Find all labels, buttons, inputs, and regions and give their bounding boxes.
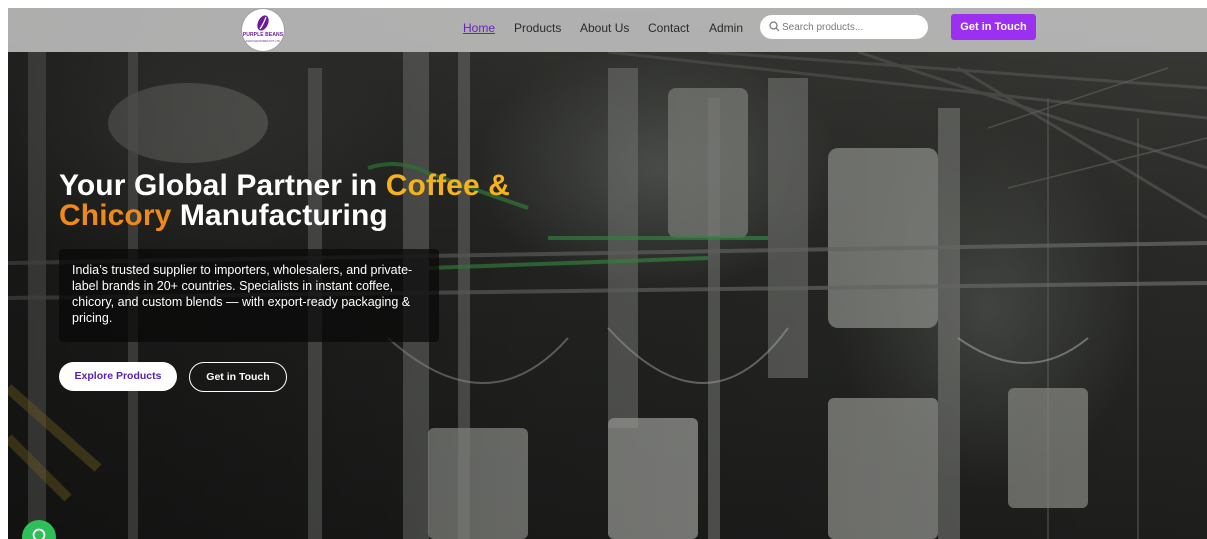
- chat-icon: [32, 528, 46, 539]
- hero-description: India’s trusted supplier to importers, w…: [72, 263, 413, 325]
- top-navbar: PURPLE BEANS AGRO INDUSTRIES PVT. LTD. H…: [8, 8, 1207, 52]
- headline-part-2: Manufacturing: [171, 199, 388, 232]
- brand-logo[interactable]: PURPLE BEANS AGRO INDUSTRIES PVT. LTD.: [242, 9, 284, 51]
- coffee-bean-icon: [257, 15, 269, 31]
- headline-part-1: Your Global Partner in: [59, 169, 386, 202]
- nav-link-contact[interactable]: Contact: [648, 21, 689, 35]
- get-in-touch-nav-button[interactable]: Get in Touch: [951, 14, 1036, 40]
- hero-description-box: India’s trusted supplier to importers, w…: [59, 249, 439, 342]
- nav-link-admin[interactable]: Admin: [709, 21, 743, 35]
- nav-link-home[interactable]: Home: [463, 21, 495, 35]
- get-in-touch-hero-button[interactable]: Get in Touch: [189, 362, 287, 392]
- brand-tagline: AGRO INDUSTRIES PVT. LTD.: [245, 40, 281, 43]
- headline-accent-chicory: Chicory: [59, 199, 172, 232]
- search-icon: [769, 21, 780, 32]
- explore-products-button[interactable]: Explore Products: [59, 362, 177, 391]
- hero-headline: Your Global Partner in Coffee & Chicory M…: [59, 171, 579, 231]
- page-frame: PURPLE BEANS AGRO INDUSTRIES PVT. LTD. H…: [8, 8, 1207, 539]
- brand-name: PURPLE BEANS: [242, 32, 284, 38]
- search-input[interactable]: [782, 19, 922, 35]
- headline-accent-coffee: Coffee &: [385, 169, 510, 202]
- nav-link-about-us[interactable]: About Us: [580, 21, 629, 35]
- search-box: [760, 15, 928, 39]
- nav-link-products[interactable]: Products: [514, 21, 561, 35]
